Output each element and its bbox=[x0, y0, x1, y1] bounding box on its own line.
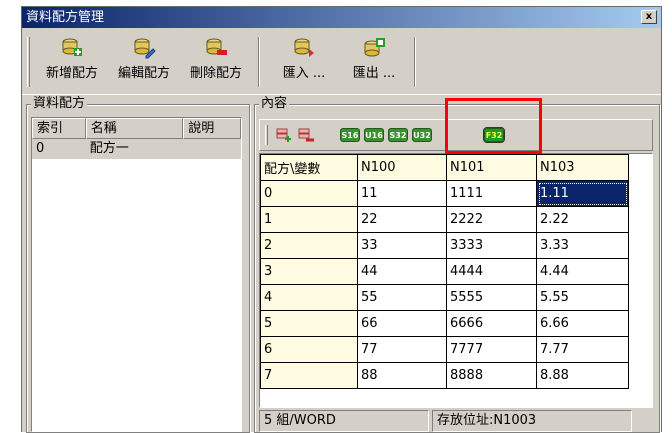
grid-cell[interactable]: 5.55 bbox=[536, 284, 629, 311]
add-recipe-icon bbox=[62, 38, 82, 56]
recipe-list[interactable]: 索引 名稱 說明 0 配方一 bbox=[31, 117, 242, 432]
recipe-description bbox=[183, 139, 241, 159]
window-title: 資料配方管理 bbox=[26, 10, 105, 25]
recipe-data-grid[interactable]: 配方\變數 N100 N101 N103 0 11 1111 1.11 1 22… bbox=[259, 153, 653, 408]
row-header[interactable]: 2 bbox=[260, 232, 358, 259]
row-header[interactable]: 7 bbox=[260, 362, 358, 389]
row-header[interactable]: 5 bbox=[260, 310, 358, 337]
format-s16-button[interactable]: S16 bbox=[340, 128, 360, 142]
grid-cell[interactable]: 3.33 bbox=[536, 232, 629, 259]
format-u32-button[interactable]: U32 bbox=[412, 128, 432, 142]
column-header-description[interactable]: 說明 bbox=[183, 118, 241, 139]
add-recipe-button[interactable]: 新增配方 bbox=[38, 37, 106, 91]
edit-recipe-icon bbox=[134, 38, 156, 59]
import-button[interactable]: 匯入 ... bbox=[274, 37, 334, 91]
edit-recipe-label: 編輯配方 bbox=[117, 66, 170, 81]
column-header-name[interactable]: 名稱 bbox=[85, 118, 184, 139]
recipe-index: 0 bbox=[36, 141, 45, 156]
table-row: 3 44 4444 4.44 bbox=[260, 258, 629, 285]
row-header[interactable]: 4 bbox=[260, 284, 358, 311]
format-toolbar: S16 U16 S32 U32 F32 bbox=[259, 119, 653, 151]
close-button[interactable]: x bbox=[641, 10, 657, 24]
table-row: 2 33 3333 3.33 bbox=[260, 232, 629, 259]
status-data-size: 5 組/WORD bbox=[259, 410, 429, 432]
content-group: 內容 S16 U16 S32 U32 F32 配方\變數 N100 N101 N… bbox=[254, 96, 660, 433]
grid-cell[interactable]: 2.22 bbox=[536, 206, 629, 233]
grid-cell[interactable]: 6666 bbox=[446, 310, 537, 337]
import-label: 匯入 ... bbox=[282, 66, 326, 81]
recipe-manager-window: 資料配方管理 x 新增配方 編輯配方 刪除配方 匯入 ... 匯出 ... 資料… bbox=[21, 6, 662, 433]
delete-recipe-label: 刪除配方 bbox=[189, 66, 242, 81]
grid-cell[interactable]: 77 bbox=[357, 336, 447, 363]
table-row: 1 22 2222 2.22 bbox=[260, 206, 629, 233]
column-header-n103[interactable]: N103 bbox=[536, 154, 629, 181]
grid-cell[interactable]: 22 bbox=[357, 206, 447, 233]
delete-recipe-button[interactable]: 刪除配方 bbox=[182, 37, 250, 91]
table-row: 6 77 7777 7.77 bbox=[260, 336, 629, 363]
toolbar-separator bbox=[258, 37, 260, 87]
grid-cell[interactable]: 8888 bbox=[446, 362, 537, 389]
grid-cell[interactable]: 66 bbox=[357, 310, 447, 337]
recipe-list-header: 索引 名稱 說明 bbox=[32, 118, 241, 139]
grid-cell[interactable]: 1111 bbox=[446, 180, 537, 207]
grid-cell[interactable]: 11 bbox=[357, 180, 447, 207]
format-toolbar-grip[interactable] bbox=[265, 125, 268, 145]
grid-cell[interactable]: 2222 bbox=[446, 206, 537, 233]
table-row: 5 66 6666 6.66 bbox=[260, 310, 629, 337]
status-storage-address: 存放位址:N1003 bbox=[432, 410, 632, 432]
grid-cell[interactable]: 7.77 bbox=[536, 336, 629, 363]
row-header[interactable]: 0 bbox=[260, 180, 358, 207]
recipe-list-title: 資料配方 bbox=[31, 96, 88, 112]
toolbar-grip[interactable] bbox=[27, 37, 30, 87]
add-recipe-label: 新增配方 bbox=[45, 66, 98, 81]
title-bar: 資料配方管理 x bbox=[22, 7, 661, 28]
grid-cell[interactable]: 44 bbox=[357, 258, 447, 285]
format-s32-button[interactable]: S32 bbox=[388, 128, 408, 142]
grid-cell[interactable]: 55 bbox=[357, 284, 447, 311]
import-icon bbox=[294, 38, 314, 57]
column-header-index[interactable]: 索引 bbox=[32, 118, 86, 139]
grid-cell[interactable]: 5555 bbox=[446, 284, 537, 311]
content-title: 內容 bbox=[259, 96, 290, 112]
export-button[interactable]: 匯出 ... bbox=[344, 37, 404, 91]
grid-cell[interactable]: 4444 bbox=[446, 258, 537, 285]
grid-cell[interactable]: 7777 bbox=[446, 336, 537, 363]
edit-recipe-button[interactable]: 編輯配方 bbox=[110, 37, 178, 91]
export-label: 匯出 ... bbox=[352, 66, 396, 81]
list-item[interactable]: 0 配方一 bbox=[32, 139, 241, 159]
grid-cell[interactable]: 88 bbox=[357, 362, 447, 389]
export-icon bbox=[364, 38, 385, 57]
delete-row-icon[interactable] bbox=[298, 128, 314, 142]
column-header-n100[interactable]: N100 bbox=[357, 154, 447, 181]
row-header[interactable]: 3 bbox=[260, 258, 358, 285]
row-header[interactable]: 1 bbox=[260, 206, 358, 233]
grid-corner-header: 配方\變數 bbox=[260, 154, 358, 181]
grid-cell[interactable]: 8.88 bbox=[536, 362, 629, 389]
recipe-name: 配方一 bbox=[89, 141, 129, 156]
status-bar: 5 組/WORD 存放位址:N1003 bbox=[259, 410, 653, 432]
row-header[interactable]: 6 bbox=[260, 336, 358, 363]
format-f32-button[interactable]: F32 bbox=[483, 127, 505, 143]
grid-cell[interactable]: 6.66 bbox=[536, 310, 629, 337]
grid-header-row: 配方\變數 N100 N101 N103 bbox=[260, 154, 629, 181]
table-row: 0 11 1111 1.11 bbox=[260, 180, 629, 207]
grid-cell[interactable]: 4.44 bbox=[536, 258, 629, 285]
grid-cell[interactable]: 3333 bbox=[446, 232, 537, 259]
grid-cell[interactable]: 33 bbox=[357, 232, 447, 259]
format-u16-button[interactable]: U16 bbox=[364, 128, 384, 142]
data-table: 配方\變數 N100 N101 N103 0 11 1111 1.11 1 22… bbox=[260, 154, 629, 389]
recipe-list-group: 資料配方 索引 名稱 說明 0 配方一 bbox=[26, 96, 250, 433]
table-row: 7 88 8888 8.88 bbox=[260, 362, 629, 389]
column-header-n101[interactable]: N101 bbox=[446, 154, 537, 181]
add-row-icon[interactable] bbox=[276, 128, 292, 142]
table-row: 4 55 5555 5.55 bbox=[260, 284, 629, 311]
grid-cell-selected[interactable]: 1.11 bbox=[536, 180, 629, 207]
delete-recipe-icon bbox=[206, 38, 227, 55]
toolbar-end-separator bbox=[414, 37, 416, 87]
main-toolbar: 新增配方 編輯配方 刪除配方 匯入 ... 匯出 ... bbox=[22, 29, 661, 95]
